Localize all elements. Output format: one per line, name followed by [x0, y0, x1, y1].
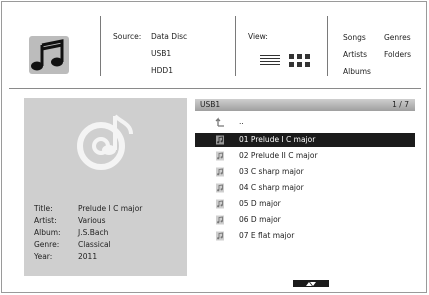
track-title: 06 D major [239, 215, 281, 224]
grid-view-icon[interactable] [289, 54, 310, 67]
header-divider [327, 16, 328, 76]
genre-value: Classical [78, 240, 111, 249]
source-usb1[interactable]: USB1 [151, 49, 171, 58]
header-separator [9, 88, 421, 89]
track-row[interactable]: 05 D major [195, 197, 415, 211]
media-browser-window: Source: Data Disc USB1 HDD1 View: Songs … [1, 1, 427, 293]
source-label: Source: [113, 32, 142, 41]
category-folders[interactable]: Folders [384, 50, 411, 59]
parent-folder-row[interactable]: .. [195, 115, 415, 129]
track-row[interactable]: 06 D major [195, 213, 415, 227]
track-row-selected[interactable]: 01 Prelude I C major [195, 133, 415, 147]
scroll-arrows-icon[interactable] [293, 280, 329, 287]
view-label: View: [248, 32, 268, 41]
category-genres[interactable]: Genres [384, 33, 411, 42]
music-file-icon [216, 167, 224, 177]
folder-up-icon [215, 117, 224, 127]
artist-value: Various [78, 216, 106, 225]
music-file-icon [216, 135, 224, 145]
track-row[interactable]: 04 C sharp major [195, 181, 415, 195]
track-title: 04 C sharp major [239, 183, 304, 192]
title-label: Title: [34, 204, 53, 213]
source-data-disc[interactable]: Data Disc [151, 32, 187, 41]
music-file-icon [216, 215, 224, 225]
path-bar: USB1 1 / 7 [195, 99, 415, 111]
music-note-icon [29, 36, 69, 74]
track-row[interactable]: 07 E flat major [195, 229, 415, 243]
music-file-icon [216, 183, 224, 193]
music-disc-icon [77, 114, 133, 170]
header-divider [100, 16, 101, 76]
category-albums[interactable]: Albums [343, 67, 371, 76]
track-title: 03 C sharp major [239, 167, 304, 176]
genre-label: Genre: [34, 240, 60, 249]
music-file-icon [216, 231, 224, 241]
current-path: USB1 [200, 100, 221, 109]
year-label: Year: [34, 252, 53, 261]
track-info-panel: Title: Prelude I C major Artist: Various… [24, 98, 187, 276]
track-title: 05 D major [239, 199, 281, 208]
year-value: 2011 [78, 252, 98, 261]
title-value: Prelude I C major [78, 204, 143, 213]
header: Source: Data Disc USB1 HDD1 View: Songs … [2, 2, 426, 88]
album-label: Album: [34, 228, 61, 237]
track-row[interactable]: 02 Prelude II C major [195, 149, 415, 163]
music-file-icon [216, 199, 224, 209]
artist-label: Artist: [34, 216, 57, 225]
category-songs[interactable]: Songs [343, 33, 366, 42]
track-title: 01 Prelude I C major [239, 135, 316, 144]
album-value: J.S.Bach [78, 228, 109, 237]
source-hdd1[interactable]: HDD1 [151, 66, 173, 75]
track-title: 07 E flat major [239, 231, 295, 240]
header-divider [235, 16, 236, 76]
track-title: 02 Prelude II C major [239, 151, 318, 160]
list-view-icon[interactable] [260, 55, 280, 67]
track-row[interactable]: 03 C sharp major [195, 165, 415, 179]
music-file-icon [216, 151, 224, 161]
parent-folder-label: .. [239, 117, 244, 126]
page-counter: 1 / 7 [392, 100, 409, 109]
category-artists[interactable]: Artists [343, 50, 367, 59]
